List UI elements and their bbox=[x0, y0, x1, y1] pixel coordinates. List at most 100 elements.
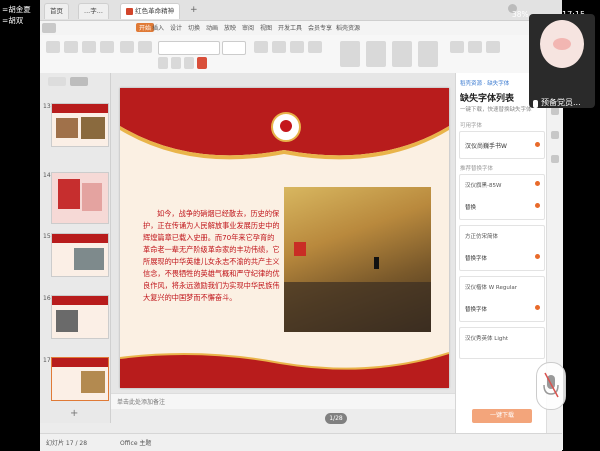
outline-toggle[interactable] bbox=[48, 77, 66, 86]
arrange-icon[interactable] bbox=[392, 41, 412, 67]
file-menu-icon[interactable] bbox=[42, 23, 56, 33]
party-emblem-icon bbox=[271, 112, 301, 142]
font-name: 汉仪尚巍手书W bbox=[465, 143, 507, 150]
slide-thumbnail[interactable] bbox=[51, 103, 109, 147]
font-size-select[interactable] bbox=[222, 41, 246, 55]
font-card[interactable]: 汉仪旗黑-85W 替换 bbox=[459, 174, 545, 220]
thumb-number: 13 bbox=[43, 103, 51, 110]
title-bar: 首页 ...字... 红色革命精神 + bbox=[40, 0, 562, 21]
historic-painting-image[interactable] bbox=[284, 187, 431, 332]
menu-transition[interactable]: 切换 bbox=[188, 23, 200, 32]
download-icon[interactable] bbox=[535, 142, 540, 147]
format-painter-icon[interactable] bbox=[100, 41, 114, 53]
notes-placeholder: 单击此处添加备注 bbox=[117, 399, 166, 406]
section-heading: 可用字体 bbox=[460, 123, 483, 129]
font-family-select[interactable] bbox=[158, 41, 220, 55]
menu-review[interactable]: 审阅 bbox=[242, 23, 254, 32]
panel-title: 缺失字体列表 bbox=[460, 94, 515, 104]
ppt-icon bbox=[126, 7, 133, 15]
font-name: 汉仪秀英体 Light bbox=[465, 336, 508, 342]
italic-icon[interactable] bbox=[171, 57, 181, 69]
overlay-label-1: =胡金夏 bbox=[2, 5, 31, 14]
font-color-icon[interactable] bbox=[197, 57, 207, 69]
download-icon[interactable] bbox=[535, 181, 540, 186]
textbox-icon[interactable] bbox=[340, 41, 360, 67]
panel-header: 稻壳资源 · 缺失字体 bbox=[460, 81, 510, 87]
panel-tool-icon[interactable] bbox=[551, 155, 559, 163]
notes-pane[interactable]: 单击此处添加备注 bbox=[111, 393, 455, 409]
align-left-icon[interactable] bbox=[290, 41, 304, 53]
replace-action[interactable]: 替换字体 bbox=[465, 254, 487, 262]
tab-active-presentation[interactable]: 红色革命精神 bbox=[120, 3, 181, 19]
video-call-preview[interactable]: 预备党员... bbox=[529, 14, 595, 108]
tab-document[interactable]: ...字... bbox=[78, 3, 109, 19]
missing-fonts-panel: 稻壳资源 · 缺失字体 缺失字体列表 一键下载，快速替换缺失字体 可用字体 汉仪… bbox=[455, 73, 547, 450]
overlay-label-2: =胡双 bbox=[2, 16, 24, 25]
new-tab-icon[interactable]: + bbox=[190, 5, 198, 15]
download-icon[interactable] bbox=[535, 203, 540, 208]
slide-thumbnail[interactable] bbox=[51, 295, 109, 339]
menu-animation[interactable]: 动画 bbox=[206, 23, 218, 32]
replace-action[interactable]: 替换字体 bbox=[465, 305, 487, 313]
panel-tool-icon[interactable] bbox=[551, 107, 559, 115]
quick-style-icon[interactable] bbox=[418, 41, 438, 67]
font-card[interactable]: 汉仪尚巍手书W bbox=[459, 131, 545, 159]
align-center-icon[interactable] bbox=[308, 41, 322, 53]
menu-slideshow[interactable]: 放映 bbox=[224, 23, 236, 32]
underline-icon[interactable] bbox=[184, 57, 194, 69]
cut-icon[interactable] bbox=[64, 41, 78, 53]
slide-thumbnail[interactable] bbox=[51, 172, 109, 224]
status-bar: 幻灯片 17 / 28 Office 主题 bbox=[40, 433, 562, 451]
network-status: 38% bbox=[512, 10, 529, 19]
paste-icon[interactable] bbox=[46, 41, 60, 53]
add-slide-button[interactable]: + bbox=[70, 408, 78, 419]
floating-mic-button[interactable] bbox=[536, 362, 566, 410]
font-card[interactable]: 汉仪秀英体 Light bbox=[459, 327, 545, 359]
panel-tool-icon[interactable] bbox=[551, 131, 559, 139]
font-card[interactable]: 方正仿宋简体 替换字体 bbox=[459, 225, 545, 271]
font-card[interactable]: 汉仪楷体 W Regular 替换字体 bbox=[459, 276, 545, 322]
panel-subtitle: 一键下载，快速替换缺失字体 bbox=[460, 107, 532, 113]
download-icon[interactable] bbox=[535, 305, 540, 310]
layout-icon[interactable] bbox=[138, 41, 152, 53]
red-wave-footer bbox=[120, 352, 449, 388]
slides-toggle[interactable] bbox=[70, 77, 88, 86]
menu-view[interactable]: 视图 bbox=[260, 23, 272, 32]
thumb-number: 15 bbox=[43, 233, 51, 240]
menu-design[interactable]: 设计 bbox=[170, 23, 182, 32]
slide-canvas: 如今，战争的硝烟已经散去，历史的保护，正在传诵为人民解放事业发展历史中的辉煌篇章… bbox=[111, 73, 455, 424]
new-slide-icon[interactable] bbox=[120, 41, 134, 53]
avatar bbox=[540, 20, 584, 68]
slide-thumbnail-active[interactable] bbox=[51, 357, 109, 401]
thumb-number: 17 bbox=[43, 357, 51, 364]
slide-counter: 幻灯片 17 / 28 bbox=[46, 440, 88, 447]
find-icon[interactable] bbox=[450, 41, 464, 53]
download-all-button[interactable]: 一键下载 bbox=[472, 409, 532, 423]
numbering-icon[interactable] bbox=[272, 41, 286, 53]
thumb-number: 16 bbox=[43, 295, 51, 302]
menu-bar: 开始 插入 设计 切换 动画 放映 审阅 视图 开发工具 会员专享 稻壳资源 bbox=[40, 21, 562, 35]
slide[interactable]: 如今，战争的硝烟已经散去，历史的保护，正在传诵为人民解放事业发展历史中的辉煌篇章… bbox=[120, 88, 449, 388]
download-icon[interactable] bbox=[535, 254, 540, 259]
microphone-icon bbox=[533, 100, 538, 108]
shapes-icon[interactable] bbox=[366, 41, 386, 67]
speaker-name: 预备党员... bbox=[541, 98, 581, 107]
page-indicator: 1/28 bbox=[325, 413, 347, 424]
bold-icon[interactable] bbox=[158, 57, 168, 69]
menu-developer[interactable]: 开发工具 bbox=[278, 23, 302, 32]
slide-body-text[interactable]: 如今，战争的硝烟已经散去，历史的保护，正在传诵为人民解放事业发展历史中的辉煌篇章… bbox=[143, 208, 281, 304]
menu-docer[interactable]: 稻壳资源 bbox=[336, 23, 360, 32]
font-name: 汉仪楷体 W Regular bbox=[465, 285, 518, 291]
select-icon[interactable] bbox=[486, 41, 500, 53]
menu-member[interactable]: 会员专享 bbox=[308, 23, 332, 32]
muted-mic-icon bbox=[543, 372, 559, 398]
replace-action[interactable]: 替换 bbox=[465, 203, 476, 211]
bullets-icon[interactable] bbox=[254, 41, 268, 53]
menu-insert[interactable]: 插入 bbox=[152, 23, 164, 32]
replace-icon[interactable] bbox=[468, 41, 482, 53]
tab-home[interactable]: 首页 bbox=[44, 3, 69, 19]
font-name: 汉仪旗黑-85W bbox=[465, 183, 502, 189]
font-name: 方正仿宋简体 bbox=[465, 234, 499, 240]
copy-icon[interactable] bbox=[82, 41, 96, 53]
slide-thumbnail[interactable] bbox=[51, 233, 109, 277]
